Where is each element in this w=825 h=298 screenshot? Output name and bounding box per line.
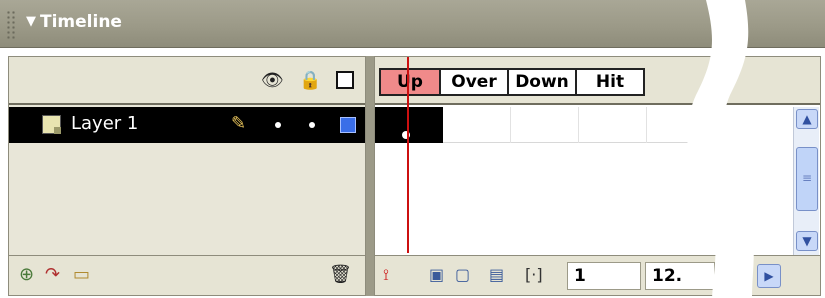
playhead-line[interactable]	[407, 57, 409, 253]
add-motion-guide-icon[interactable]: ↷	[45, 264, 60, 285]
layer-outline-color-icon[interactable]	[340, 117, 356, 133]
outline-all-icon[interactable]	[336, 71, 354, 89]
timeline-status-bar: ⟟ ▣ ▢ ▤ [·] 1 12. ▶	[375, 255, 820, 295]
current-frame-field: 1	[567, 262, 641, 290]
pencil-edit-icon: ✎	[231, 113, 247, 134]
vertical-scrollbar[interactable]: ▲ ≡ ▼	[793, 107, 819, 255]
scroll-up-button[interactable]: ▲	[796, 109, 818, 129]
layer-icon	[42, 115, 61, 134]
lock-dot-icon[interactable]	[309, 122, 315, 128]
frames-grid[interactable]	[375, 107, 715, 255]
panel-title: Timeline	[40, 12, 122, 32]
scroll-down-button[interactable]: ▼	[796, 231, 818, 251]
frame-cell[interactable]	[511, 107, 579, 143]
lock-all-icon[interactable]: 🔒	[299, 70, 321, 91]
layer-name[interactable]: Layer 1	[71, 113, 138, 134]
frame-label-hit[interactable]: Hit	[577, 68, 645, 96]
onion-skin-outlines-icon[interactable]: ▢	[455, 265, 470, 284]
layer-header: 👁 🔒	[9, 57, 365, 105]
delete-layer-trash-icon[interactable]: 🗑	[329, 264, 352, 285]
scroll-thumb[interactable]: ≡	[796, 147, 818, 211]
collapse-triangle-icon[interactable]: ▼	[26, 14, 36, 29]
layer-frames-row[interactable]	[375, 107, 715, 143]
insert-layer-folder-icon[interactable]: ▭	[73, 264, 90, 285]
frame-header: Up Over Down Hit	[375, 57, 820, 105]
scroll-right-button[interactable]: ▶	[757, 264, 781, 288]
frame-label-down[interactable]: Down	[509, 68, 577, 96]
frame-cell[interactable]	[443, 107, 511, 143]
show-hide-all-eye-icon[interactable]: 👁	[261, 70, 284, 91]
visibility-dot-icon[interactable]	[275, 122, 281, 128]
modify-onion-markers-icon[interactable]: [·]	[525, 265, 543, 284]
timeline-title-bar[interactable]: ▼ Timeline	[0, 0, 825, 48]
panel-separator[interactable]	[366, 56, 374, 296]
frame-cell[interactable]	[579, 107, 647, 143]
keyframe-cell[interactable]	[375, 107, 443, 143]
onion-skin-icon[interactable]: ▣	[429, 265, 444, 284]
frame-label-up[interactable]: Up	[379, 68, 441, 96]
frame-cell[interactable]	[647, 107, 715, 143]
layer-panel: 👁 🔒 Layer 1 ✎ ⊕ ↷ ▭ 🗑	[8, 56, 366, 296]
panel-grip-handle[interactable]	[6, 10, 16, 40]
frame-label-over[interactable]: Over	[441, 68, 509, 96]
center-frame-icon[interactable]: ⟟	[383, 265, 389, 285]
layer-row[interactable]: Layer 1 ✎	[9, 107, 365, 143]
edit-multiple-frames-icon[interactable]: ▤	[489, 265, 504, 284]
frame-rate-field: 12.	[645, 262, 715, 290]
insert-layer-icon[interactable]: ⊕	[19, 264, 34, 285]
layer-toolbar: ⊕ ↷ ▭ 🗑	[9, 255, 365, 295]
frames-panel: Up Over Down Hit ▲ ≡ ▼ ⟟ ▣ ▢ ▤ [·] 1 12.…	[374, 56, 821, 296]
